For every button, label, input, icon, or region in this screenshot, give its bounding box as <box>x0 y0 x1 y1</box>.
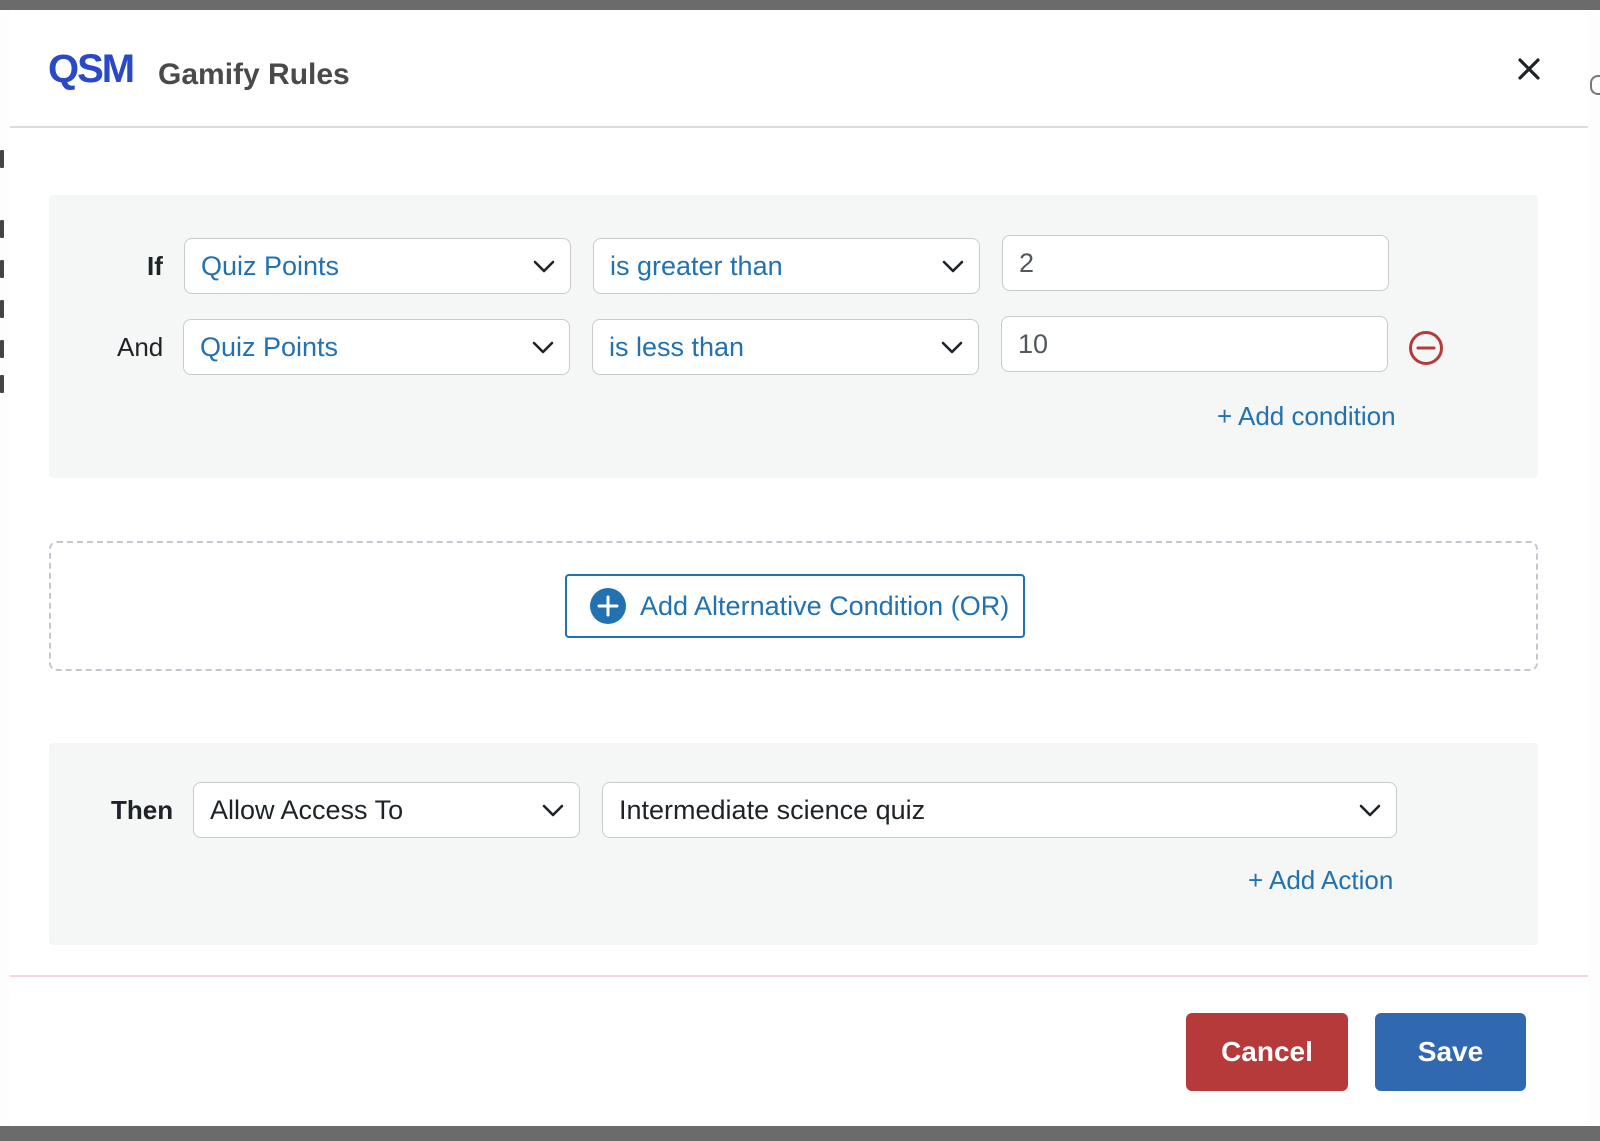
action-type-value: Allow Access To <box>210 794 404 825</box>
background-left-edge <box>0 10 10 1126</box>
condition-operator-value: is less than <box>609 331 745 362</box>
add-alternative-condition-label: Add Alternative Condition (OR) <box>640 590 1010 621</box>
background-text-fragment <box>0 220 4 238</box>
background-text-fragment <box>1590 75 1600 95</box>
action-target-select[interactable]: Intermediate science quiz <box>602 782 1397 838</box>
condition-connector-if: If <box>147 251 163 281</box>
chevron-down-icon <box>532 341 554 354</box>
modal-header: QSM Gamify Rules <box>10 10 1588 128</box>
actions-panel: Then Allow Access To Intermediate scienc… <box>49 743 1538 945</box>
background-right-edge <box>1588 10 1600 1126</box>
condition-value-text: 10 <box>1018 328 1049 359</box>
background-text-fragment <box>0 375 4 393</box>
conditions-panel: If Quiz Points is greater than 2 And Qui… <box>49 195 1538 478</box>
action-target-value: Intermediate science quiz <box>619 794 926 825</box>
condition-connector-and: And <box>117 332 164 362</box>
condition-field-value: Quiz Points <box>201 250 340 281</box>
action-connector-then: Then <box>111 795 174 825</box>
alternative-condition-dropzone: Add Alternative Condition (OR) <box>49 541 1538 671</box>
condition-value-text: 2 <box>1019 247 1035 278</box>
background-text-fragment <box>0 300 4 318</box>
condition-operator-select[interactable]: is greater than <box>593 238 980 294</box>
add-action-link[interactable]: + Add Action <box>1248 865 1393 896</box>
condition-operator-value: is greater than <box>610 250 783 281</box>
remove-condition-icon[interactable] <box>1408 330 1444 366</box>
footer-divider <box>10 975 1588 977</box>
condition-field-value: Quiz Points <box>200 331 339 362</box>
condition-value-input[interactable]: 10 <box>1001 316 1388 372</box>
chevron-down-icon <box>941 341 963 354</box>
condition-field-select[interactable]: Quiz Points <box>184 238 571 294</box>
gamify-rules-modal: QSM Gamify Rules If Quiz Points is great… <box>10 10 1588 1126</box>
chevron-down-icon <box>1359 804 1381 817</box>
chevron-down-icon <box>533 260 555 273</box>
plus-circle-icon <box>590 588 626 624</box>
chevron-down-icon <box>942 260 964 273</box>
chevron-down-icon <box>542 804 564 817</box>
add-alternative-condition-button[interactable]: Add Alternative Condition (OR) <box>565 574 1025 638</box>
condition-field-select[interactable]: Quiz Points <box>183 319 570 375</box>
background-text-fragment <box>0 340 4 358</box>
background-text-fragment <box>0 260 4 278</box>
cancel-button[interactable]: Cancel <box>1186 1013 1348 1091</box>
condition-value-input[interactable]: 2 <box>1002 235 1389 291</box>
add-condition-link[interactable]: + Add condition <box>1217 401 1396 432</box>
qsm-logo: QSM <box>48 46 135 91</box>
modal-title: Gamify Rules <box>158 58 350 91</box>
action-type-select[interactable]: Allow Access To <box>193 782 580 838</box>
close-icon[interactable] <box>1516 56 1542 82</box>
save-button[interactable]: Save <box>1375 1013 1526 1091</box>
background-text-fragment <box>0 150 4 168</box>
condition-operator-select[interactable]: is less than <box>592 319 979 375</box>
